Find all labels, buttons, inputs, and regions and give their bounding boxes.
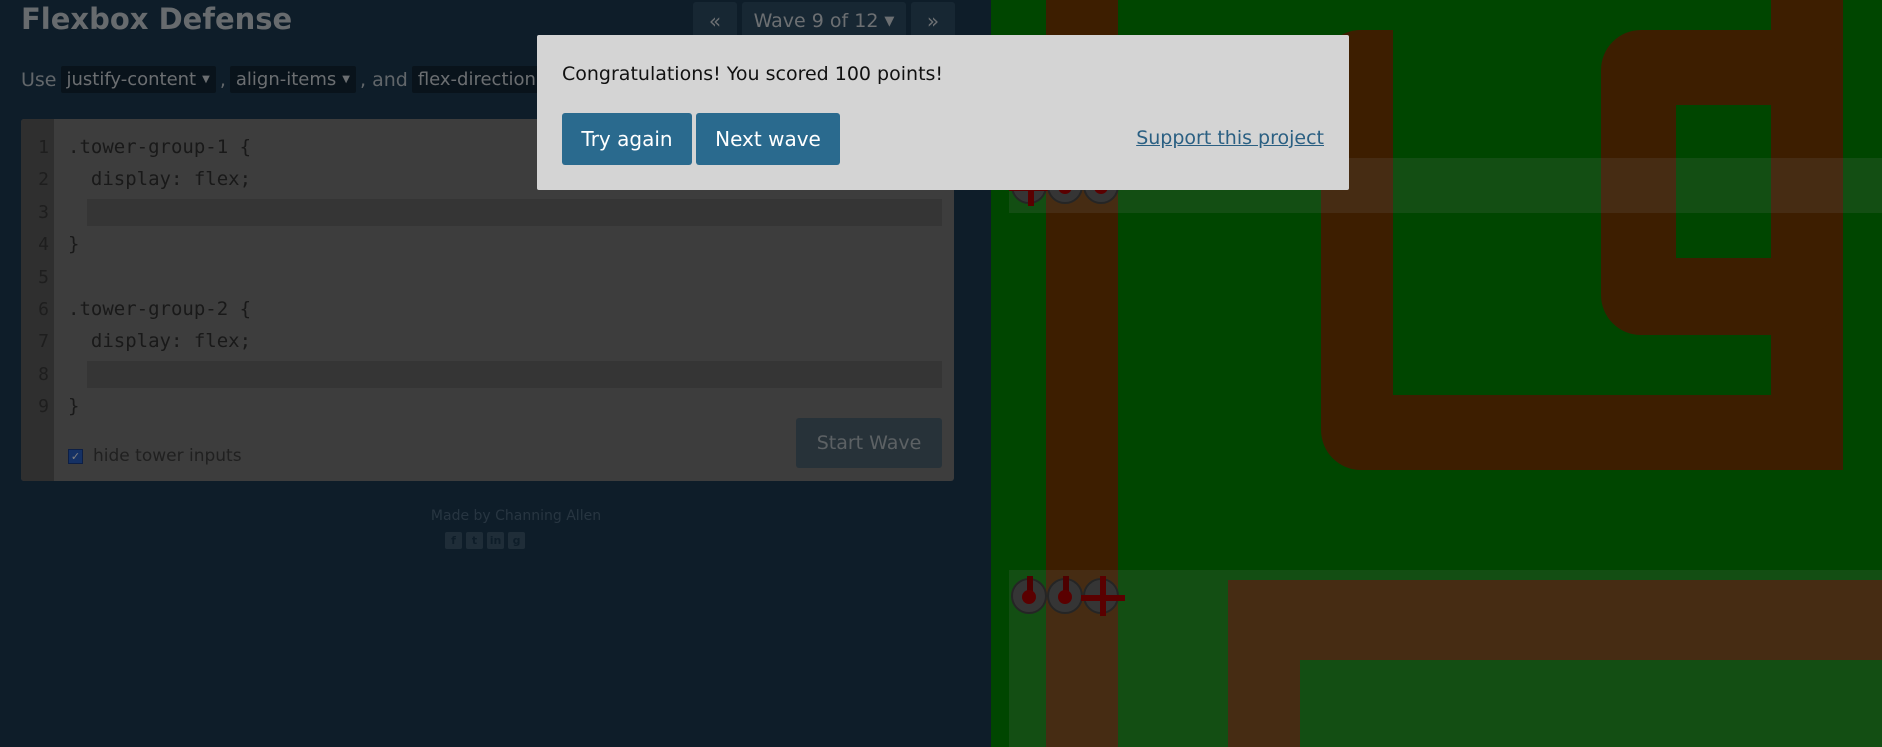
next-wave-button[interactable]: Next wave [696,113,840,165]
try-again-button[interactable]: Try again [562,113,692,165]
support-project-link[interactable]: Support this project [1136,127,1324,149]
result-message: Congratulations! You scored 100 points! [562,63,944,85]
results-dialog: Congratulations! You scored 100 points! … [537,35,1349,190]
